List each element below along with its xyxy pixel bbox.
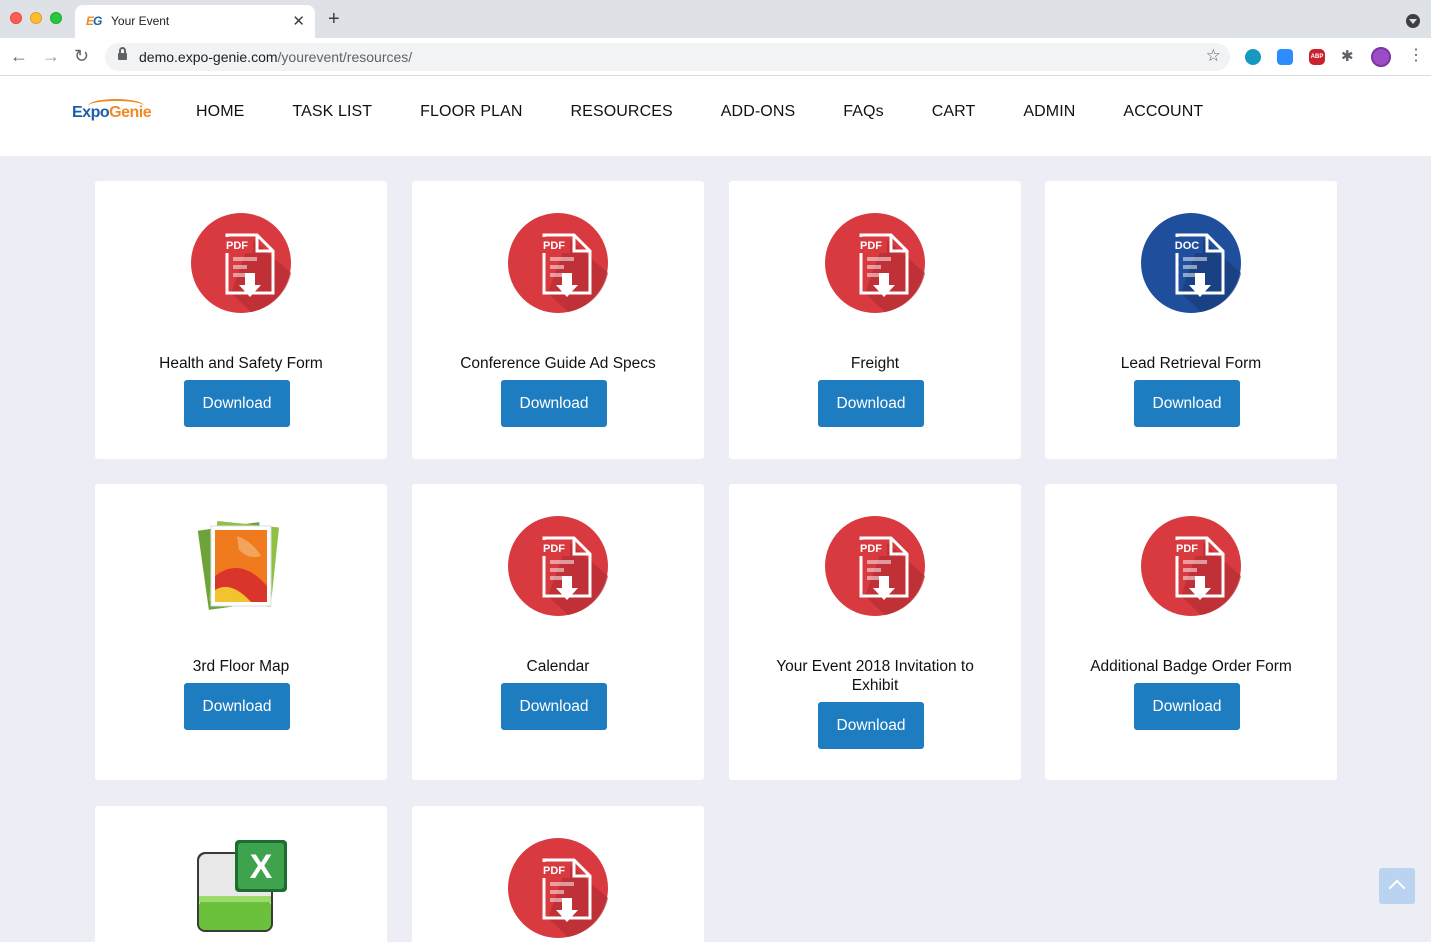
svg-text:PDF: PDF — [543, 240, 565, 252]
new-tab-button[interactable]: + — [328, 9, 340, 29]
scroll-to-top-button[interactable] — [1379, 868, 1415, 904]
resource-card: PDF Health and Safety Form Download — [95, 181, 387, 459]
download-button[interactable]: Download — [501, 683, 607, 730]
profile-avatar[interactable] — [1371, 47, 1391, 67]
pdf-icon: PDF — [1141, 516, 1241, 616]
download-button[interactable]: Download — [818, 380, 924, 427]
resource-title: Calendar — [526, 658, 590, 675]
salesforce-extension-icon[interactable] — [1245, 49, 1261, 65]
tab-search-icon[interactable] — [1406, 14, 1420, 28]
nav-task-list[interactable]: TASK LIST — [292, 103, 372, 121]
resource-card: PDF Your Event 2018 Invitation to Exhibi… — [729, 484, 1021, 780]
nav-resources[interactable]: RESOURCES — [571, 103, 673, 121]
resource-title: Your Event 2018 Invitation to Exhibit — [776, 658, 974, 694]
download-button[interactable]: Download — [184, 380, 290, 427]
lock-icon[interactable] — [118, 47, 127, 62]
nav-home[interactable]: HOME — [196, 103, 244, 121]
svg-text:PDF: PDF — [543, 543, 565, 555]
pdf-icon: PDF — [825, 213, 925, 313]
reload-icon[interactable]: ↻ — [74, 46, 89, 66]
resource-title: 3rd Floor Map — [192, 658, 290, 675]
resource-card: 3rd Floor Map Download — [95, 484, 387, 780]
nav-faqs[interactable]: FAQs — [843, 103, 883, 121]
download-button[interactable]: Download — [1134, 380, 1240, 427]
browser-menu-icon[interactable]: ⋮ — [1408, 47, 1424, 65]
resource-title: Health and Safety Form — [159, 355, 323, 372]
svg-text:DOC: DOC — [1175, 240, 1200, 252]
nav-account[interactable]: ACCOUNT — [1123, 103, 1203, 121]
nav-cart[interactable]: CART — [932, 103, 976, 121]
bookmark-star-icon[interactable]: ☆ — [1206, 46, 1221, 66]
download-button[interactable]: Download — [818, 702, 924, 749]
address-bar[interactable]: demo.expo-genie.com/yourevent/resources/… — [105, 43, 1230, 71]
resource-title: Freight — [850, 355, 900, 372]
svg-text:PDF: PDF — [543, 865, 565, 877]
resource-card: DOC Lead Retrieval Form Download — [1045, 181, 1337, 459]
nav-floor-plan[interactable]: FLOOR PLAN — [420, 103, 522, 121]
browser-toolbar: ← → ↻ demo.expo-genie.com/yourevent/reso… — [0, 38, 1431, 76]
pdf-icon: PDF — [825, 516, 925, 616]
svg-text:PDF: PDF — [1176, 543, 1198, 555]
pdf-icon: PDF — [508, 516, 608, 616]
url-text[interactable]: demo.expo-genie.com/yourevent/resources/ — [139, 49, 412, 65]
download-button[interactable]: Download — [1134, 683, 1240, 730]
main-nav: HOME TASK LIST FLOOR PLAN RESOURCES ADD-… — [196, 103, 1251, 121]
download-button[interactable]: Download — [184, 683, 290, 730]
doc-icon: DOC — [1141, 213, 1241, 313]
adblock-extension-icon[interactable]: ABP — [1309, 49, 1325, 65]
back-arrow-icon[interactable]: ← — [10, 46, 28, 66]
close-window-button[interactable] — [10, 12, 22, 24]
svg-text:PDF: PDF — [860, 543, 882, 555]
pdf-icon: PDF — [508, 838, 608, 938]
browser-tab[interactable]: EG Your Event ✕ — [75, 5, 315, 38]
expogenie-logo[interactable]: ExpoGenie — [72, 104, 152, 122]
nav-admin[interactable]: ADMIN — [1023, 103, 1075, 121]
image-icon — [197, 520, 280, 610]
resource-title: Lead Retrieval Form — [1120, 355, 1262, 372]
resource-card: PDF Calendar Download — [412, 484, 704, 780]
resource-card: PDF Conference Guide Ad Specs Download — [412, 181, 704, 459]
excel-icon: X — [197, 840, 287, 932]
resource-card: PDF Additional Badge Order Form Download — [1045, 484, 1337, 780]
resource-card: PDF Freight Download — [729, 181, 1021, 459]
nav-add-ons[interactable]: ADD-ONS — [721, 103, 795, 121]
zoom-extension-icon[interactable] — [1277, 49, 1293, 65]
svg-text:PDF: PDF — [226, 240, 248, 252]
forward-arrow-icon[interactable]: → — [42, 46, 60, 66]
pdf-icon: PDF — [191, 213, 291, 313]
site-favicon-icon: EG — [86, 14, 102, 28]
resource-card: PDF — [412, 806, 704, 942]
svg-text:X: X — [250, 848, 273, 886]
pdf-icon: PDF — [508, 213, 608, 313]
site-header: ExpoGenie HOME TASK LIST FLOOR PLAN RESO… — [0, 76, 1431, 156]
resource-title: Additional Badge Order Form — [1090, 658, 1292, 675]
browser-tab-strip: EG Your Event ✕ + — [0, 0, 1431, 38]
resource-title: Conference Guide Ad Specs — [460, 355, 656, 372]
download-button[interactable]: Download — [501, 380, 607, 427]
maximize-window-button[interactable] — [50, 12, 62, 24]
minimize-window-button[interactable] — [30, 12, 42, 24]
extensions-puzzle-icon[interactable]: ✱ — [1341, 49, 1357, 65]
svg-text:PDF: PDF — [860, 240, 882, 252]
tab-title: Your Event — [111, 14, 170, 28]
tab-close-icon[interactable]: ✕ — [292, 12, 305, 30]
resource-card: X — [95, 806, 387, 942]
